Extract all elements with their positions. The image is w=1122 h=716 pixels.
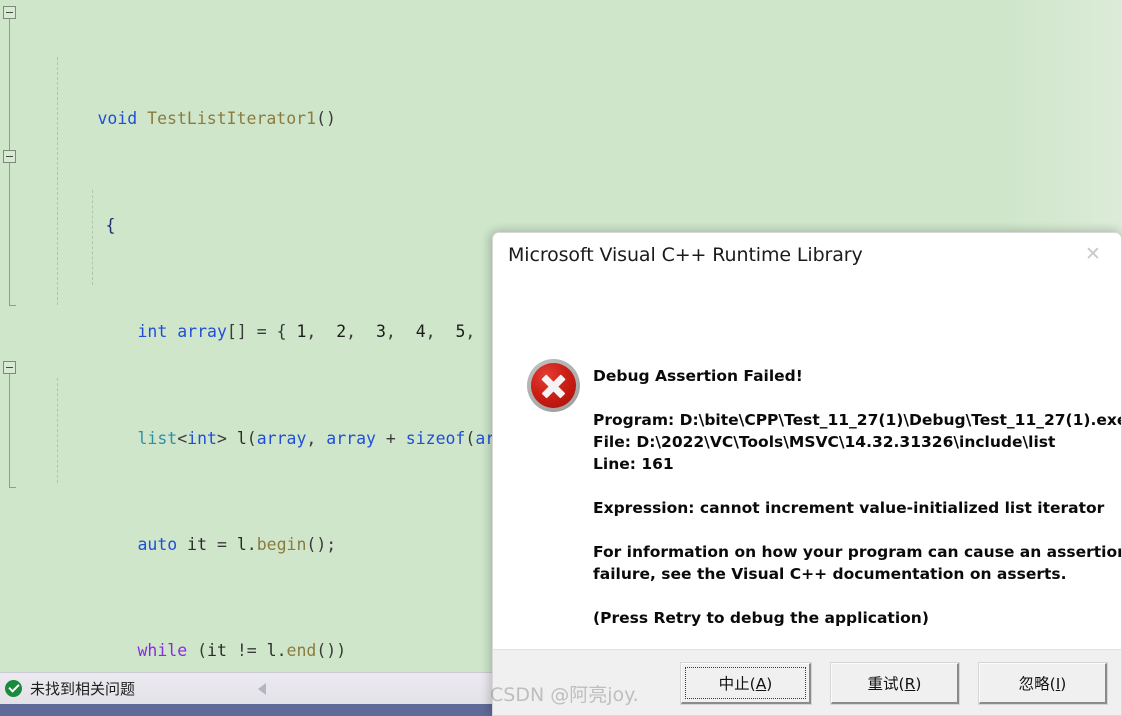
triangle-left-icon[interactable] [258,683,266,695]
abort-button-label: 中止( [718,675,756,693]
dialog-body: Debug Assertion Failed! Program: D:\bite… [493,277,1121,651]
dialog-program-line: Program: D:\bite\CPP\Test_11_27(1)\Debug… [593,411,1122,429]
retry-button[interactable]: 重试(R) [830,662,960,705]
dialog-message: Debug Assertion Failed! Program: D:\bite… [593,365,1122,629]
code-token-keyword: void [97,109,138,129]
status-message: 未找到相关问题 [30,680,136,698]
ignore-button[interactable]: 忽略(I) [978,662,1108,705]
dialog-title-bar: Microsoft Visual C++ Runtime Library ✕ [493,233,1121,277]
dialog-line-number: Line: 161 [593,455,674,473]
check-circle-icon [5,680,22,697]
abort-button[interactable]: 中止(A) [680,662,812,705]
close-icon[interactable]: ✕ [1071,237,1115,271]
runtime-error-dialog: Microsoft Visual C++ Runtime Library ✕ D… [492,232,1122,716]
dialog-expression-line: Expression: cannot increment value-initi… [593,499,1105,517]
dialog-button-bar: 中止(A) 重试(R) 忽略(I) [493,649,1121,715]
retry-button-label: 重试( [867,675,905,693]
dialog-info-line-2: failure, see the Visual C++ documentatio… [593,565,1067,583]
dialog-title: Microsoft Visual C++ Runtime Library [508,244,863,266]
dialog-info-line-1: For information on how your program can … [593,543,1122,561]
code-line[interactable]: { [0,186,1122,235]
code-line[interactable]: void TestListIterator1() [0,80,1122,128]
dialog-file-line: File: D:\2022\VC\Tools\MSVC\14.32.31326\… [593,433,1056,451]
dialog-press-retry-line: (Press Retry to debug the application) [593,609,929,627]
retry-button-accel: R [904,675,916,693]
code-token-function: TestListIterator1 [147,109,317,129]
abort-button-accel: A [755,675,767,693]
app-window: void TestListIterator1() { int array[] =… [0,0,1122,716]
dialog-heading: Debug Assertion Failed! [593,367,803,385]
error-circle-icon [527,359,580,412]
ignore-button-label: 忽略( [1018,675,1056,693]
